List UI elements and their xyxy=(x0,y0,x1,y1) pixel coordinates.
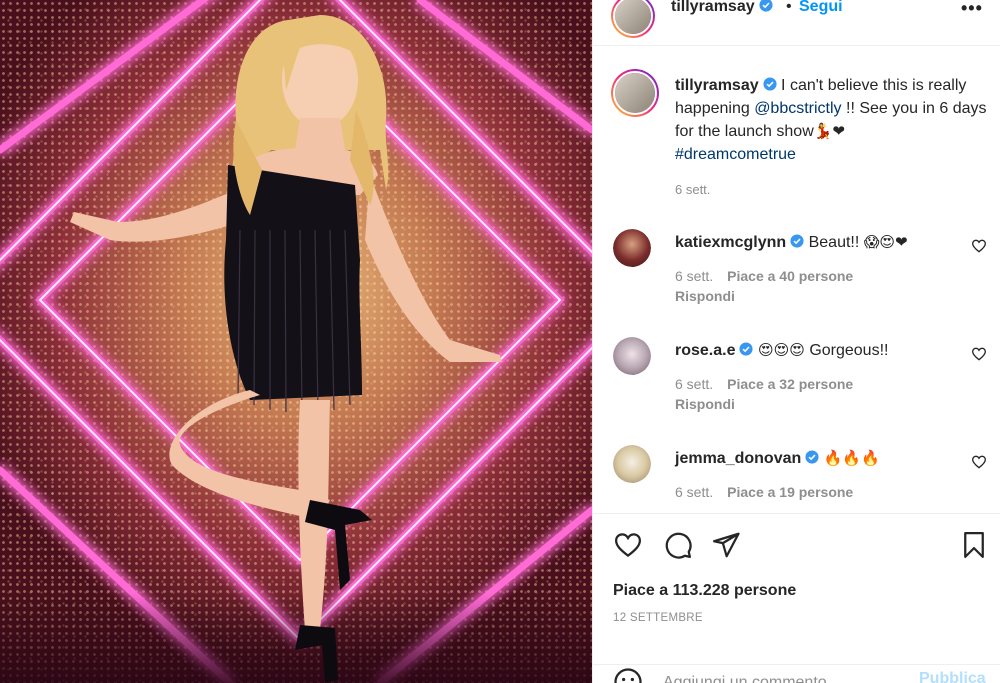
comment-emoji: 😱😍❤ xyxy=(863,233,908,251)
comment-emoji: 😍😍😍 xyxy=(757,341,805,359)
comment-time[interactable]: 6 sett. xyxy=(675,376,713,392)
comment-meta: 6 sett. Piace a 19 persone xyxy=(675,484,853,500)
caption-username[interactable]: tillyramsay xyxy=(675,77,759,94)
verified-badge-icon xyxy=(805,450,819,464)
comment-avatar[interactable] xyxy=(613,229,651,267)
publish-button[interactable]: Pubblica xyxy=(919,670,986,683)
verified-badge-icon xyxy=(739,342,754,356)
caption-time[interactable]: 6 sett. xyxy=(675,182,710,197)
add-comment-row: Pubblica xyxy=(593,664,1000,683)
caption-emoji: 💃❤ xyxy=(813,122,845,140)
reply-button[interactable]: Rispondi xyxy=(675,288,735,304)
comment-meta: 6 sett. Piace a 40 persone xyxy=(675,268,853,284)
post-actions: Piace a 113.228 persone 12 SETTEMBRE Pub… xyxy=(593,513,1000,683)
comment-likes[interactable]: Piace a 19 persone xyxy=(727,484,853,500)
post-header: tillyramsay • Segui ••• xyxy=(593,0,1000,46)
verified-badge-icon xyxy=(790,234,804,248)
comment-like-heart-icon[interactable] xyxy=(971,238,987,254)
comment-avatar[interactable] xyxy=(613,445,651,483)
bookmark-icon[interactable] xyxy=(959,530,989,560)
reply-button[interactable]: Rispondi xyxy=(675,396,735,412)
comment-like-heart-icon[interactable] xyxy=(971,346,987,362)
comment-text: Gorgeous!! xyxy=(809,342,889,359)
comment-avatar[interactable] xyxy=(613,337,651,375)
comment-item: katiexmcglynn Beaut!! 😱😍❤ 6 sett. Piace a… xyxy=(611,225,991,315)
comment-likes[interactable]: Piace a 40 persone xyxy=(727,268,853,284)
comment-item: jemma_donovan 🔥🔥🔥 6 sett. Piace a 19 pers… xyxy=(611,441,991,513)
heart-icon[interactable] xyxy=(613,530,643,560)
comment-input[interactable] xyxy=(663,671,903,683)
comment-time[interactable]: 6 sett. xyxy=(675,484,713,500)
comment-item: rose.a.e 😍😍😍 Gorgeous!! 6 sett. Piace a 3… xyxy=(611,333,991,423)
post-panel: tillyramsay • Segui ••• tillyramsay I ca… xyxy=(592,0,1000,683)
comment-body: rose.a.e 😍😍😍 Gorgeous!! xyxy=(675,339,965,362)
mention-link[interactable]: @bbcstrictly xyxy=(754,100,841,117)
likes-count[interactable]: Piace a 113.228 persone xyxy=(613,582,796,600)
author-avatar[interactable] xyxy=(611,0,655,38)
verified-badge-icon xyxy=(763,77,777,91)
separator-dot: • xyxy=(786,0,792,15)
verified-badge-icon xyxy=(759,0,773,12)
follow-button[interactable]: Segui xyxy=(799,0,843,16)
comment-time[interactable]: 6 sett. xyxy=(675,268,713,284)
comment-icon[interactable] xyxy=(663,530,693,560)
comments-list[interactable]: tillyramsay I can't believe this is real… xyxy=(593,47,1000,513)
comment-body: katiexmcglynn Beaut!! 😱😍❤ xyxy=(675,231,965,254)
comment-username[interactable]: jemma_donovan xyxy=(675,450,801,467)
comment-text: Beaut!! xyxy=(808,234,860,251)
comment-meta: 6 sett. Piace a 32 persone xyxy=(675,376,853,392)
caption-text: tillyramsay I can't believe this is real… xyxy=(675,75,1000,166)
post-photo[interactable] xyxy=(0,0,592,683)
comment-likes[interactable]: Piace a 32 persone xyxy=(727,376,853,392)
author-username[interactable]: tillyramsay xyxy=(671,0,773,16)
hashtag-link[interactable]: #dreamcometrue xyxy=(675,146,796,163)
comment-body: jemma_donovan 🔥🔥🔥 xyxy=(675,447,965,470)
more-horizontal-icon[interactable]: ••• xyxy=(961,0,985,20)
emoji-icon[interactable] xyxy=(613,667,643,683)
caption-avatar[interactable] xyxy=(611,69,659,117)
post-date[interactable]: 12 SETTEMBRE xyxy=(613,612,703,624)
comment-emoji: 🔥🔥🔥 xyxy=(823,449,880,467)
comment-like-heart-icon[interactable] xyxy=(971,454,987,470)
send-icon[interactable] xyxy=(711,530,741,560)
dancer-figure xyxy=(70,15,502,683)
comment-username[interactable]: rose.a.e xyxy=(675,342,735,359)
comment-username[interactable]: katiexmcglynn xyxy=(675,234,786,251)
